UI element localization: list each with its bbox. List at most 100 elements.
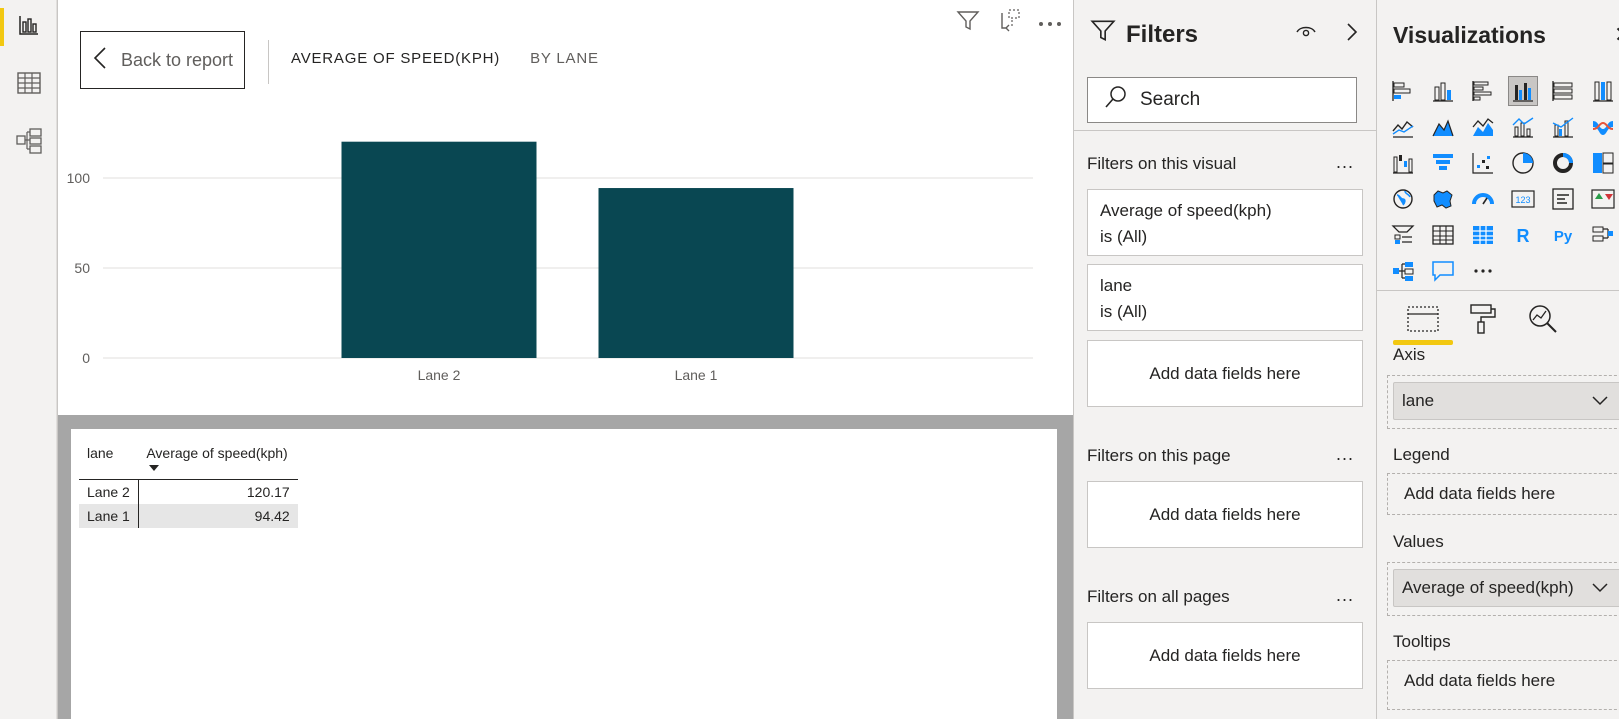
report-canvas: Back to report AVERAGE OF SPEED(KPH) BY … — [57, 0, 1074, 719]
fields-tab[interactable] — [1393, 298, 1453, 344]
eye-icon[interactable] — [1296, 25, 1316, 44]
kpi-icon[interactable] — [1588, 184, 1618, 214]
map-icon[interactable] — [1388, 184, 1418, 214]
model-view-button[interactable] — [0, 118, 57, 168]
bar-chart-icon — [18, 14, 40, 41]
y-tick-label: 0 — [82, 350, 90, 366]
focus-mode-header: Back to report AVERAGE OF SPEED(KPH) BY … — [58, 0, 1074, 110]
qa-icon[interactable] — [1428, 256, 1458, 286]
ribbon-chart-icon[interactable] — [1588, 112, 1618, 142]
values-well[interactable]: Average of speed(kph) ✕ — [1387, 562, 1619, 616]
filled-map-icon[interactable] — [1428, 184, 1458, 214]
key-influencers-icon[interactable] — [1588, 220, 1618, 250]
data-view-button[interactable] — [0, 60, 57, 110]
values-field-pill[interactable]: Average of speed(kph) ✕ — [1393, 569, 1619, 607]
left-nav-rail — [0, 0, 57, 719]
table-cell: Lane 1 — [79, 503, 139, 528]
clustered-column-icon[interactable] — [1508, 76, 1538, 106]
area-chart-icon[interactable] — [1428, 112, 1458, 142]
table-row[interactable]: Lane 1 94.42 — [79, 503, 298, 528]
table-row[interactable]: Lane 2 120.17 — [79, 479, 298, 504]
column-header-lane[interactable]: lane — [79, 439, 139, 480]
tooltips-well[interactable]: Add data fields here — [1387, 660, 1619, 710]
stacked-bar-icon[interactable] — [1388, 76, 1418, 106]
decomposition-tree-icon[interactable] — [1388, 256, 1418, 286]
line-column-icon[interactable] — [1508, 112, 1538, 142]
filters-visual-more-button[interactable]: ... — [1336, 152, 1354, 173]
stacked-area-icon[interactable] — [1468, 112, 1498, 142]
filters-search-input[interactable]: Search — [1087, 77, 1357, 123]
filters-all-more-button[interactable]: ... — [1336, 585, 1354, 606]
filter-card-state: is (All) — [1100, 302, 1148, 321]
visual-title-sub: BY LANE — [530, 50, 599, 67]
add-visual-filter-field[interactable]: Add data fields here — [1087, 340, 1363, 407]
gauge-icon[interactable] — [1468, 184, 1498, 214]
add-page-filter-field[interactable]: Add data fields here — [1087, 481, 1363, 548]
filter-icon[interactable] — [956, 9, 980, 38]
table-visual-container: lane Average of speed(kph) Lane 2 120.17… — [58, 415, 1074, 719]
header-divider — [268, 40, 269, 84]
filters-header-icons — [1296, 22, 1358, 47]
well-label-axis: Axis — [1393, 345, 1426, 364]
back-to-report-button[interactable]: Back to report — [80, 31, 245, 89]
line-chart-icon[interactable] — [1388, 112, 1418, 142]
chevron-left-icon — [93, 46, 107, 75]
scatter-icon[interactable] — [1468, 148, 1498, 178]
collapse-pane-icon[interactable] — [1346, 22, 1358, 47]
python-visual-icon[interactable]: Py — [1548, 220, 1578, 250]
back-to-report-label: Back to report — [121, 49, 234, 70]
chevron-down-icon[interactable] — [1592, 578, 1608, 598]
slicer-icon[interactable] — [1388, 220, 1418, 250]
legend-well[interactable]: Add data fields here — [1387, 473, 1619, 515]
100-column-icon[interactable] — [1588, 76, 1618, 106]
close-icon[interactable]: ✕ — [1614, 22, 1619, 48]
clustered-bar-icon[interactable] — [1468, 76, 1498, 106]
filters-title: Filters — [1126, 20, 1199, 48]
x-tick-label: Lane 2 — [418, 367, 461, 383]
donut-chart-icon[interactable] — [1548, 148, 1578, 178]
table-cell: 94.42 — [138, 503, 298, 528]
table-header-row: lane Average of speed(kph) — [79, 439, 298, 480]
matrix-icon[interactable] — [1468, 220, 1498, 250]
100-bar-icon[interactable] — [1548, 76, 1578, 106]
model-diagram-icon — [15, 127, 42, 159]
y-tick-label: 100 — [67, 170, 91, 186]
more-visuals-icon[interactable] — [1468, 256, 1498, 286]
multirow-card-icon[interactable] — [1548, 184, 1578, 214]
filter-card-avg-speed[interactable]: Average of speed(kph) is (All) — [1087, 189, 1363, 256]
report-view-button[interactable] — [0, 2, 57, 52]
funnel-icon[interactable] — [1428, 148, 1458, 178]
visualizations-title: Visualizations — [1393, 22, 1546, 48]
filters-page-more-button[interactable]: ... — [1336, 444, 1354, 465]
column-header-avg-speed[interactable]: Average of speed(kph) — [138, 439, 298, 480]
bar[interactable] — [341, 141, 537, 358]
table-icon[interactable] — [1428, 220, 1458, 250]
well-label-values: Values — [1393, 532, 1444, 551]
chevron-down-icon[interactable] — [1592, 391, 1608, 411]
format-tab[interactable] — [1453, 298, 1513, 344]
r-visual-icon[interactable]: R — [1508, 220, 1538, 250]
stacked-column-icon[interactable] — [1428, 76, 1458, 106]
add-report-filter-field[interactable]: Add data fields here — [1087, 622, 1363, 689]
line-clustered-column-icon[interactable] — [1548, 112, 1578, 142]
waterfall-icon[interactable] — [1388, 148, 1418, 178]
filters-on-page-title: Filters on this page — [1087, 446, 1231, 465]
well-label-tooltips: Tooltips — [1393, 632, 1451, 651]
filters-on-all-pages-title: Filters on all pages — [1087, 587, 1230, 606]
x-tick-label: Lane 1 — [675, 367, 718, 383]
filters-pane: Filters Search Filters on this visual ..… — [1073, 0, 1377, 719]
filter-card-state: is (All) — [1100, 227, 1148, 246]
svg-text:R: R — [1517, 226, 1530, 246]
axis-well[interactable]: lane ✕ — [1387, 375, 1619, 429]
column-header-label: Average of speed(kph) — [146, 445, 288, 461]
axis-field-pill[interactable]: lane ✕ — [1393, 382, 1619, 420]
export-icon[interactable] — [996, 8, 1022, 39]
bar[interactable] — [598, 188, 794, 358]
treemap-icon[interactable] — [1588, 148, 1618, 178]
filter-card-field: lane — [1100, 276, 1133, 295]
card-icon[interactable]: 123 — [1508, 184, 1538, 214]
pie-chart-icon[interactable] — [1508, 148, 1538, 178]
filter-card-lane[interactable]: lane is (All) — [1087, 264, 1363, 331]
analytics-tab[interactable] — [1513, 298, 1573, 344]
more-options-icon[interactable] — [1038, 15, 1062, 33]
